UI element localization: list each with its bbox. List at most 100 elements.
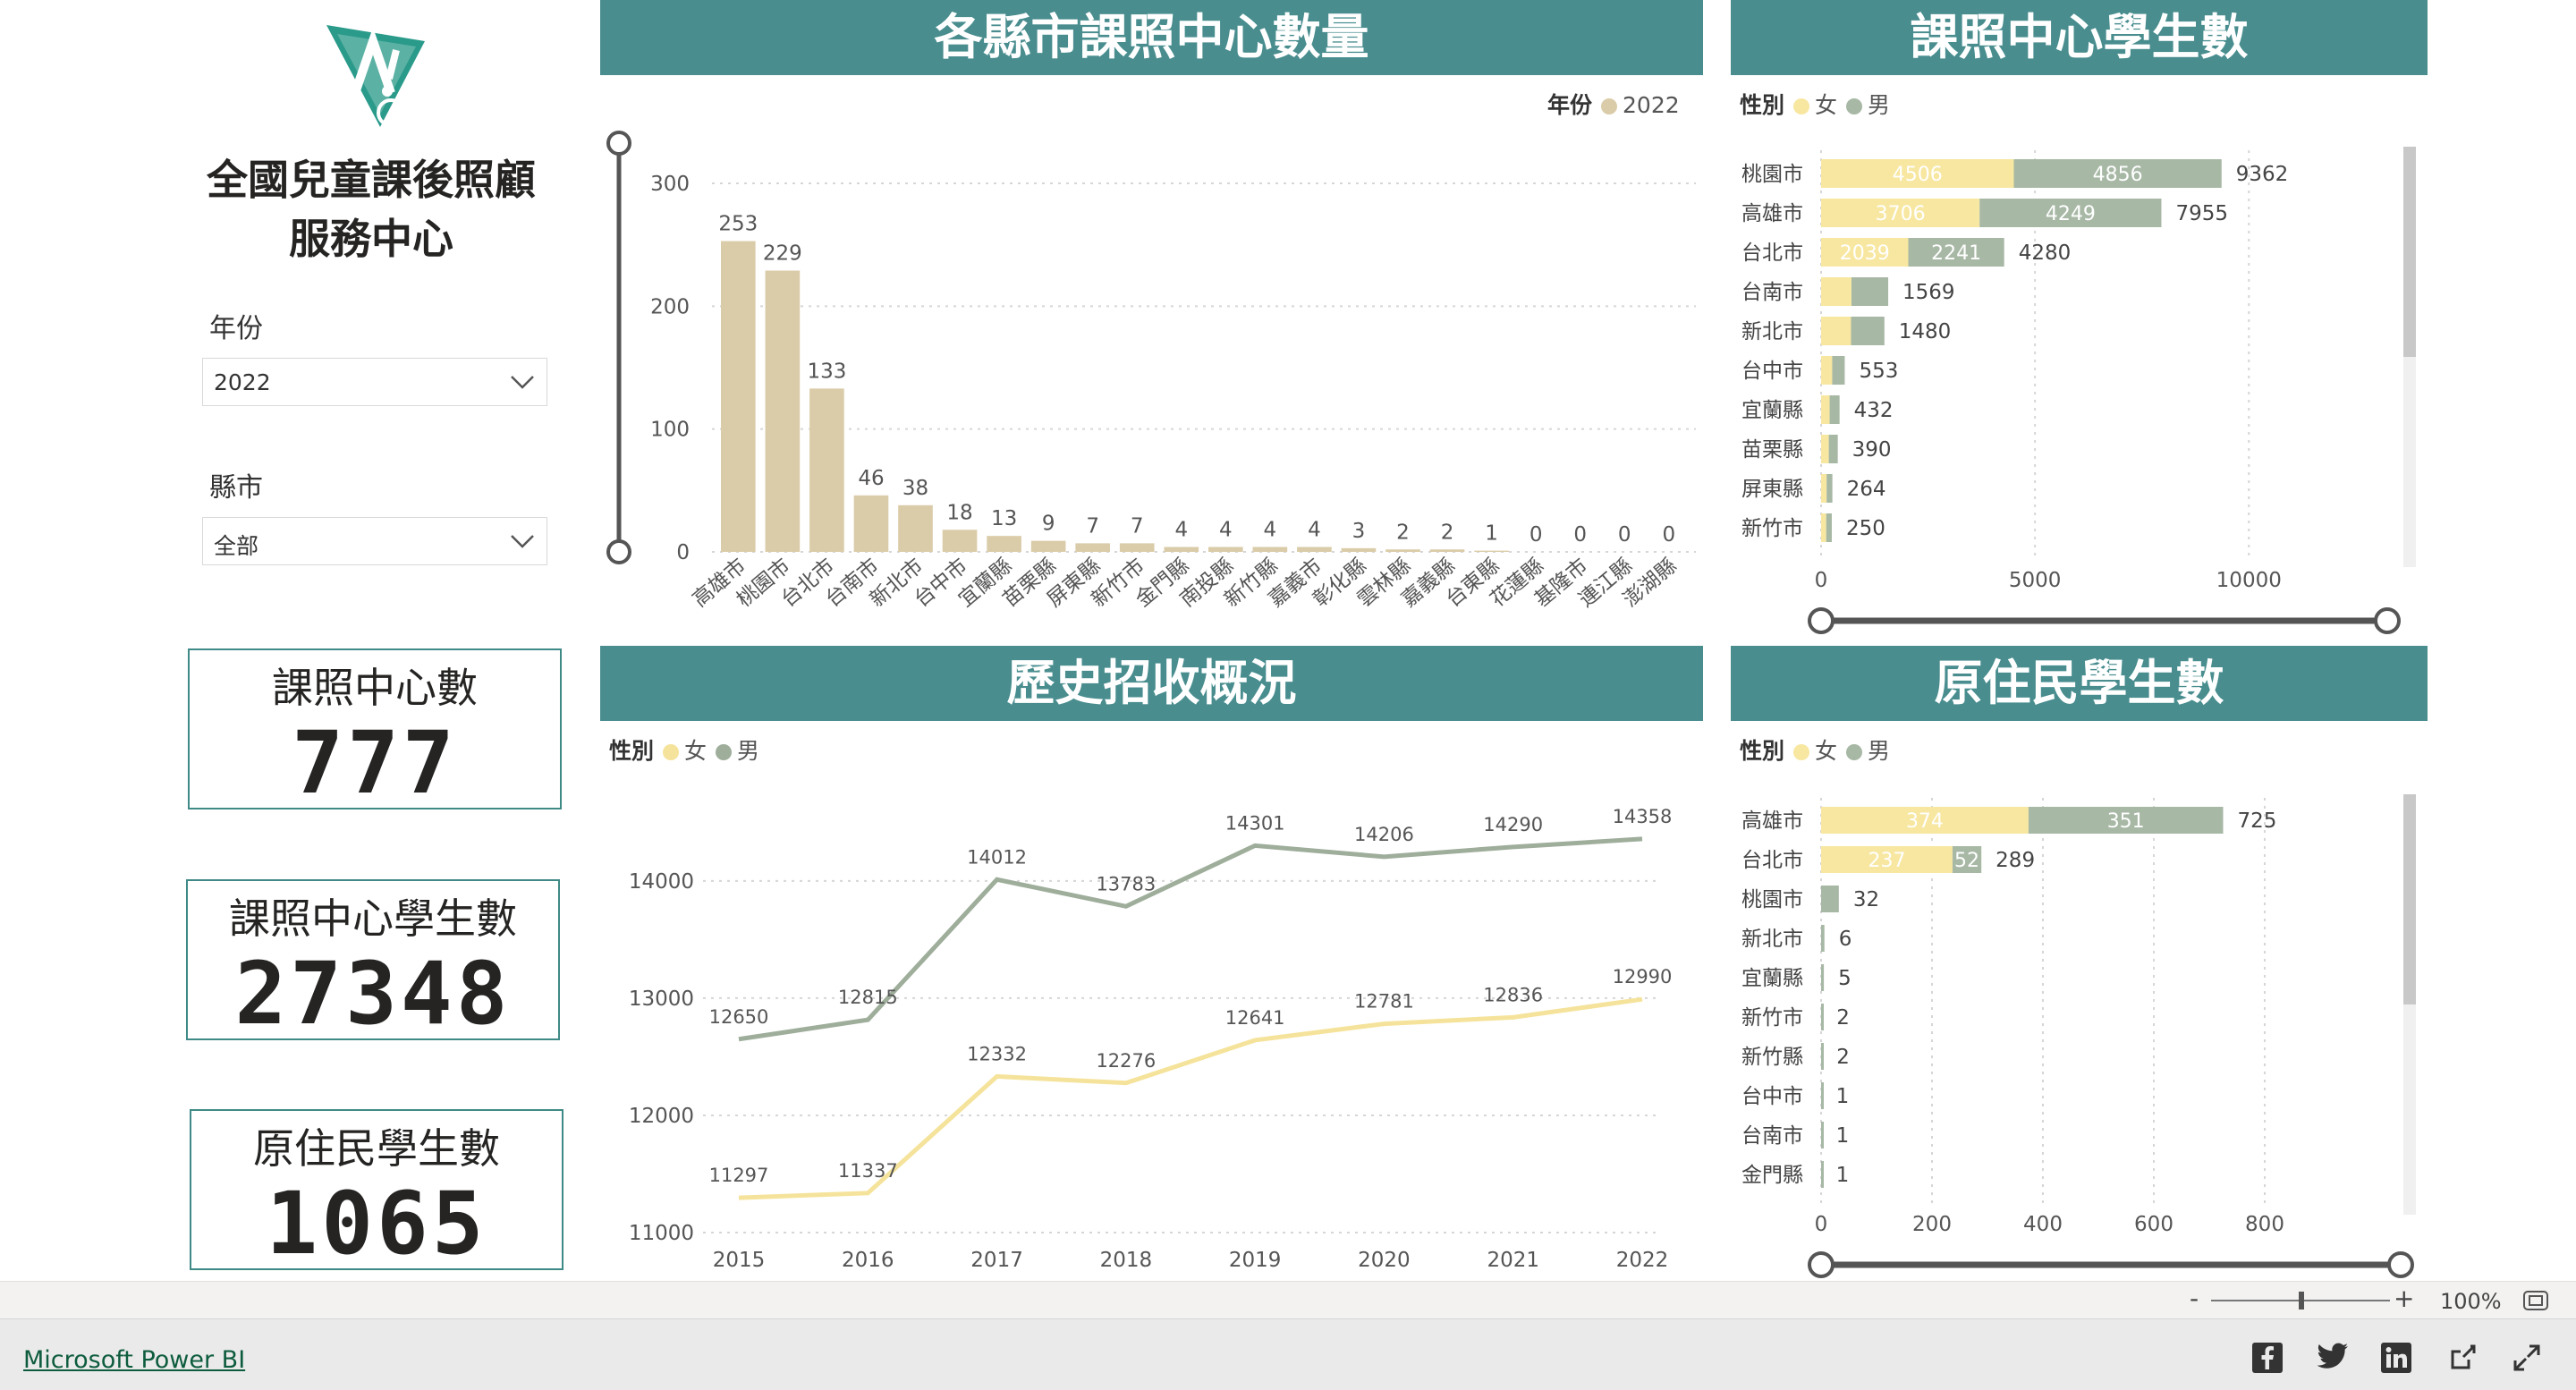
series-line-male xyxy=(738,836,1643,1042)
data-label: 14012 xyxy=(967,846,1027,868)
legend-entry: 2022 xyxy=(1623,92,1680,118)
y-tick-label: 新北市 xyxy=(1741,320,1803,343)
kpi-card-value: 777 xyxy=(292,713,458,813)
data-label: 237 xyxy=(1868,850,1905,872)
county-slicer-dropdown[interactable]: 全部 xyxy=(202,517,547,565)
data-label: 4249 xyxy=(2046,203,2096,225)
zoom-in-button[interactable]: + xyxy=(2394,1284,2414,1313)
data-label: 14301 xyxy=(1225,812,1285,834)
year-slicer-dropdown[interactable]: 2022 xyxy=(202,358,547,406)
x-tick-label: 2019 xyxy=(1229,1249,1282,1272)
y-tick-label: 台中市 xyxy=(1741,360,1803,383)
chart-title-centers: 各縣市課照中心數量 xyxy=(600,0,1703,75)
fit-page-icon[interactable] xyxy=(2522,1289,2549,1312)
data-label: 11337 xyxy=(838,1160,898,1182)
data-label: 264 xyxy=(1847,478,1886,501)
data-label: 3706 xyxy=(1876,203,1926,225)
y-tick-label: 新竹市 xyxy=(1741,1006,1803,1030)
bar xyxy=(942,530,978,552)
data-label: 1 xyxy=(1485,522,1498,546)
data-label: 2 xyxy=(1396,521,1410,544)
bar-male xyxy=(1821,1004,1824,1030)
range-slider-handle xyxy=(2387,1251,2414,1278)
x-tick-label: 2015 xyxy=(713,1249,766,1272)
range-slider-handle xyxy=(606,539,631,564)
y-tick-label: 11000 xyxy=(629,1222,694,1245)
bar-male xyxy=(1821,1122,1824,1148)
bar-male xyxy=(1821,886,1839,912)
bar xyxy=(765,270,801,552)
x-tick-label: 0 xyxy=(1815,1213,1828,1236)
linkedin-icon[interactable] xyxy=(2381,1343,2411,1373)
range-slider-handle xyxy=(1808,1251,1835,1278)
scrollbar-thumb xyxy=(2403,147,2416,357)
data-label: 289 xyxy=(1996,849,2035,872)
x-tick-label: 5000 xyxy=(2009,569,2062,592)
bar xyxy=(987,536,1021,552)
y-tick-label: 0 xyxy=(676,541,690,564)
bar xyxy=(1297,547,1332,552)
data-label: 1 xyxy=(1836,1124,1850,1148)
bar xyxy=(1474,550,1509,552)
twitter-icon[interactable] xyxy=(2317,1343,2349,1371)
legend-entry: 男 xyxy=(1868,92,1891,118)
y-tick-label: 新竹縣 xyxy=(1741,1046,1803,1069)
x-tick-label: 2021 xyxy=(1487,1249,1539,1272)
chart-title-indigenous: 原住民學生數 xyxy=(1731,646,2428,721)
data-label: 229 xyxy=(763,242,802,266)
y-tick-label: 桃園市 xyxy=(1741,888,1803,911)
data-label: 0 xyxy=(1573,523,1587,547)
y-tick-label: 13000 xyxy=(629,987,694,1011)
bar xyxy=(1385,549,1420,552)
x-tick-label: 2020 xyxy=(1358,1249,1411,1272)
data-label: 351 xyxy=(2107,810,2145,833)
x-tick-label: 0 xyxy=(1815,569,1828,592)
bar-male xyxy=(1826,474,1833,503)
bar xyxy=(1341,547,1377,552)
bar-male xyxy=(1821,925,1825,952)
zoom-level: 100% xyxy=(2440,1289,2502,1314)
x-tick-label: 800 xyxy=(2245,1213,2284,1236)
data-label: 11297 xyxy=(709,1165,769,1186)
bar-female xyxy=(1821,513,1826,542)
scrollbar-thumb xyxy=(2403,794,2416,1004)
data-label: 2241 xyxy=(1931,242,1981,265)
facebook-icon[interactable] xyxy=(2252,1343,2283,1373)
data-label: 390 xyxy=(1852,438,1892,462)
y-tick-label: 台中市 xyxy=(1741,1085,1803,1108)
data-label: 13783 xyxy=(1096,873,1156,894)
share-icon[interactable] xyxy=(2447,1343,2478,1373)
data-label: 3 xyxy=(1352,520,1366,543)
data-label: 2 xyxy=(1441,521,1454,544)
zoom-slider[interactable] xyxy=(2211,1289,2390,1312)
report-title: 全國兒童課後照顧 服務中心 xyxy=(207,156,536,263)
fullscreen-icon[interactable] xyxy=(2512,1343,2542,1373)
y-tick-label: 新北市 xyxy=(1741,928,1803,951)
bar-male xyxy=(1826,513,1832,542)
y-tick-label: 100 xyxy=(650,419,690,442)
data-label: 4280 xyxy=(2019,242,2072,265)
bar-chart-students: 0 5000 10000 桃園市 4506 4856 9362 高雄市 3706 4249 7955… xyxy=(1741,147,2416,634)
data-label: 432 xyxy=(1854,399,1894,422)
y-tick-label: 台北市 xyxy=(1741,849,1803,872)
bar-male xyxy=(1821,964,1825,991)
data-label: 4 xyxy=(1264,519,1277,542)
kpi-card-value: 1065 xyxy=(266,1174,487,1274)
range-slider-handle xyxy=(1808,607,1835,634)
data-label: 12276 xyxy=(1096,1050,1156,1072)
y-tick-label: 12000 xyxy=(629,1105,694,1128)
x-tick-label: 10000 xyxy=(2216,569,2282,592)
power-bi-link[interactable]: Microsoft Power BI xyxy=(23,1346,245,1374)
zoom-out-button[interactable]: - xyxy=(2190,1284,2199,1313)
bar xyxy=(898,504,933,552)
data-label: 1480 xyxy=(1899,320,1952,343)
y-tick-label: 台南市 xyxy=(1741,1124,1803,1148)
data-label: 18 xyxy=(946,501,972,524)
data-label: 1 xyxy=(1836,1085,1850,1108)
x-tick-label: 600 xyxy=(2134,1213,2174,1236)
year-slicer-label: 年份 xyxy=(209,313,263,344)
x-tick-label: 200 xyxy=(1912,1213,1952,1236)
data-label: 2 xyxy=(1836,1046,1850,1069)
y-tick-label: 高雄市 xyxy=(1741,809,1803,833)
data-label: 253 xyxy=(718,213,758,236)
